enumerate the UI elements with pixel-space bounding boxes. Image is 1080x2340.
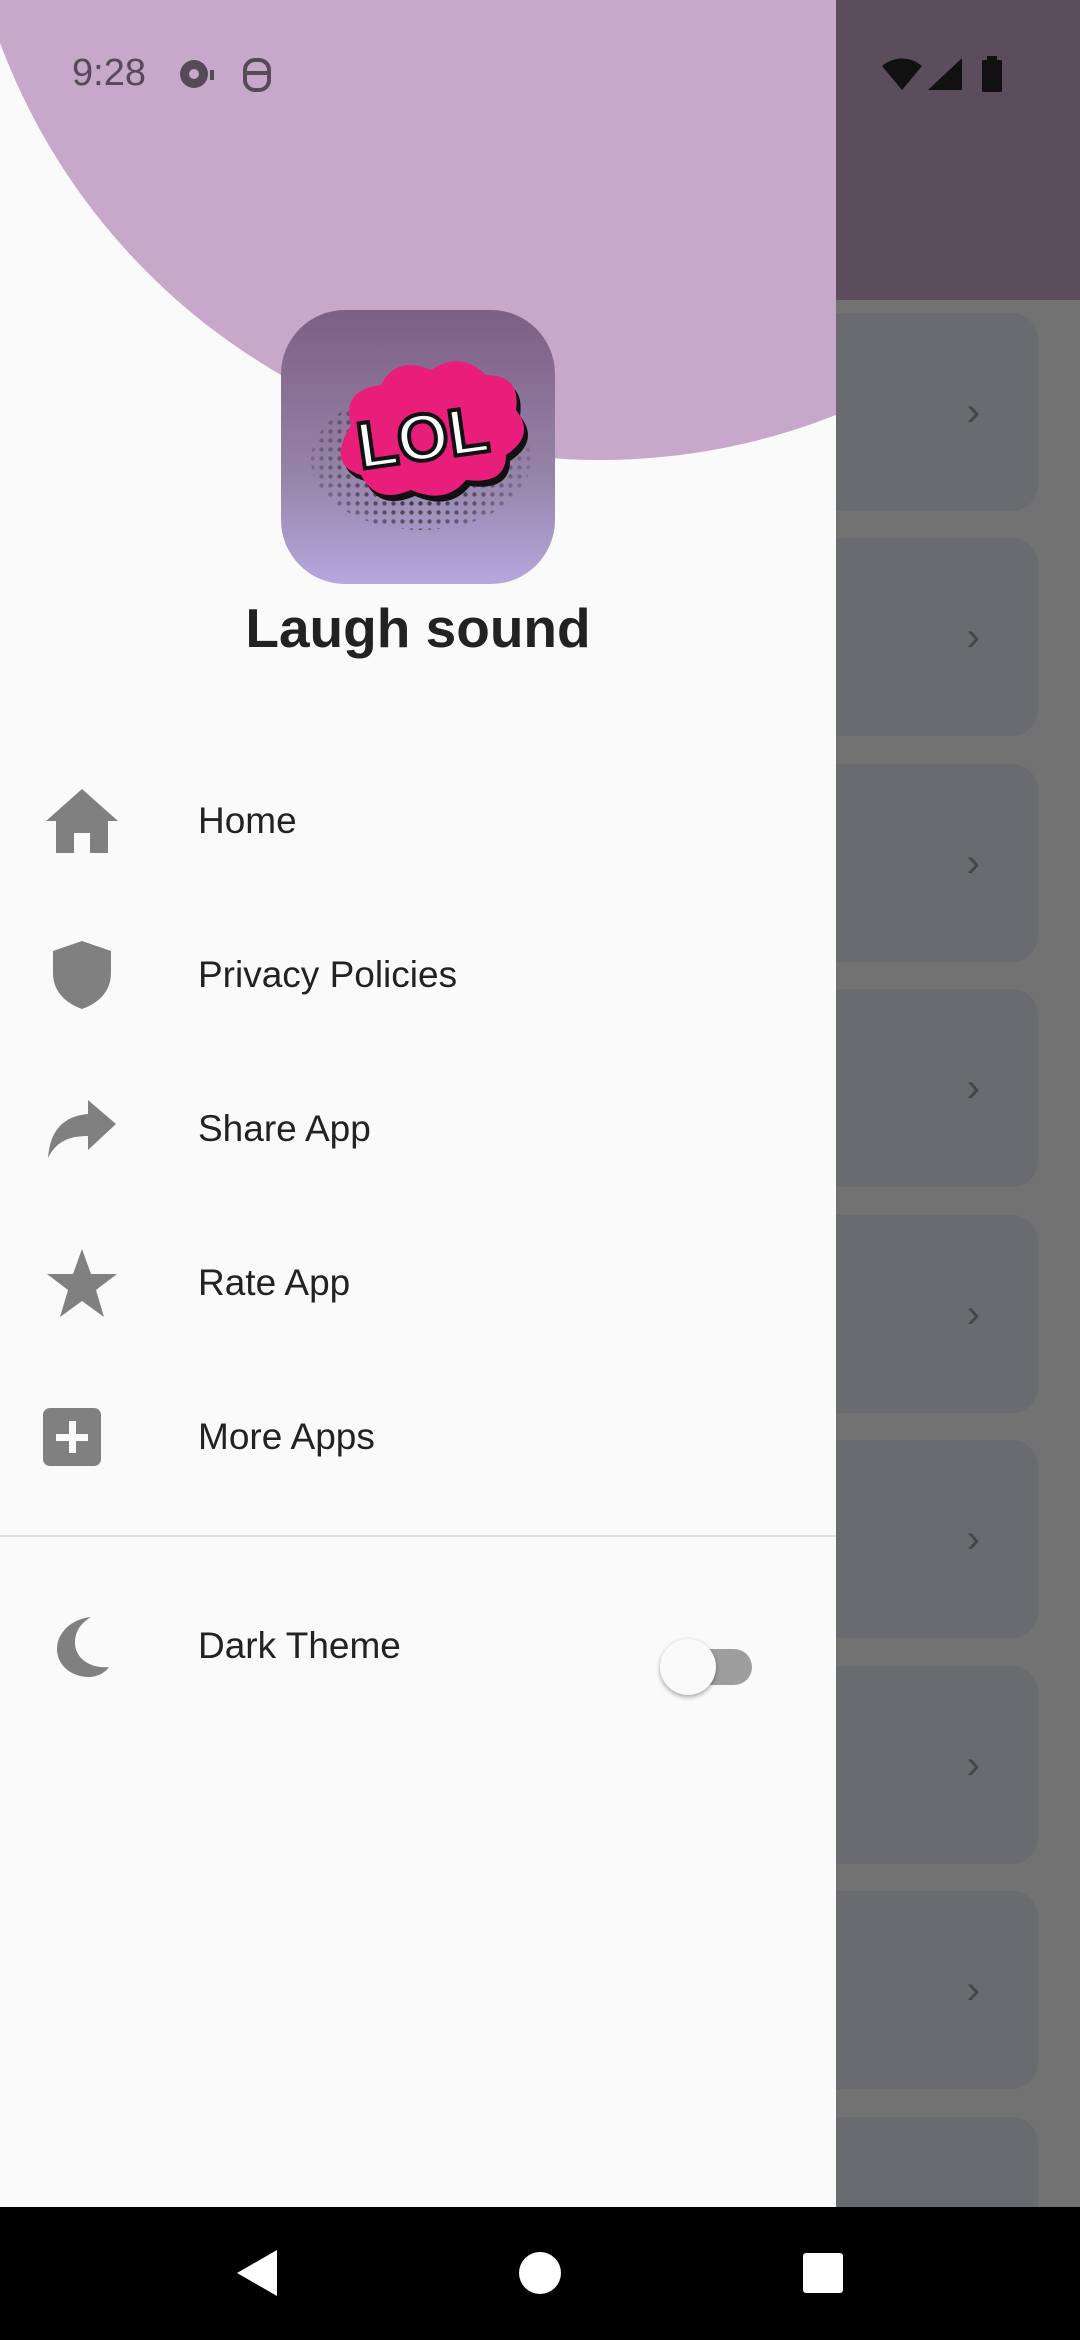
recents-icon[interactable] (795, 2245, 851, 2301)
chevron-right-icon: › (966, 841, 980, 885)
dark-theme-toggle[interactable] (660, 1624, 760, 1695)
menu-item-label: More Apps (198, 1416, 375, 1457)
chevron-right-icon: › (966, 1066, 980, 1110)
star-icon (40, 1241, 124, 1325)
battery-icon (980, 56, 1004, 99)
media-icon (178, 56, 216, 97)
back-icon[interactable] (228, 2245, 284, 2301)
moon-icon (40, 1604, 124, 1688)
app-logo: LOL (281, 310, 555, 584)
signal-icon (926, 56, 964, 97)
menu-item-label: Home (198, 800, 297, 841)
drawer-divider (0, 1535, 836, 1537)
menu-item-rate-app[interactable]: Rate App (0, 1213, 836, 1353)
chevron-right-icon: › (967, 2196, 980, 2207)
chevron-right-icon: › (966, 1743, 980, 1787)
chevron-right-icon: › (966, 1968, 980, 2012)
chevron-right-icon: › (966, 615, 980, 659)
chevron-right-icon: › (966, 1517, 980, 1561)
status-bar: 9:28 (0, 0, 1080, 150)
app-title: Laugh sound (245, 597, 591, 659)
dark-theme-label: Dark Theme (198, 1625, 401, 1666)
home-icon (40, 779, 124, 863)
status-time: 9:28 (72, 52, 146, 94)
menu-item-more-apps[interactable]: More Apps (0, 1367, 836, 1507)
android-debug-icon (240, 56, 274, 99)
plus-box-icon (30, 1395, 114, 1479)
chevron-right-icon: › (966, 390, 980, 434)
chevron-right-icon: › (966, 1292, 980, 1336)
system-navigation-bar (0, 2207, 1080, 2340)
menu-item-privacy-policies[interactable]: Privacy Policies (0, 905, 836, 1045)
menu-item-label: Privacy Policies (198, 954, 458, 995)
shield-icon (40, 933, 124, 1017)
wifi-icon (880, 56, 924, 97)
menu-item-label: Share App (198, 1108, 371, 1149)
navigation-drawer: LOL Laugh sound Home Privacy Policies Sh… (0, 0, 836, 2207)
toggle-thumb (660, 1639, 716, 1695)
menu-item-home[interactable]: Home (0, 751, 836, 891)
menu-item-share-app[interactable]: Share App (0, 1059, 836, 1199)
menu-item-label: Rate App (198, 1262, 351, 1303)
share-icon (40, 1087, 124, 1171)
home-circle-icon[interactable] (512, 2245, 568, 2301)
